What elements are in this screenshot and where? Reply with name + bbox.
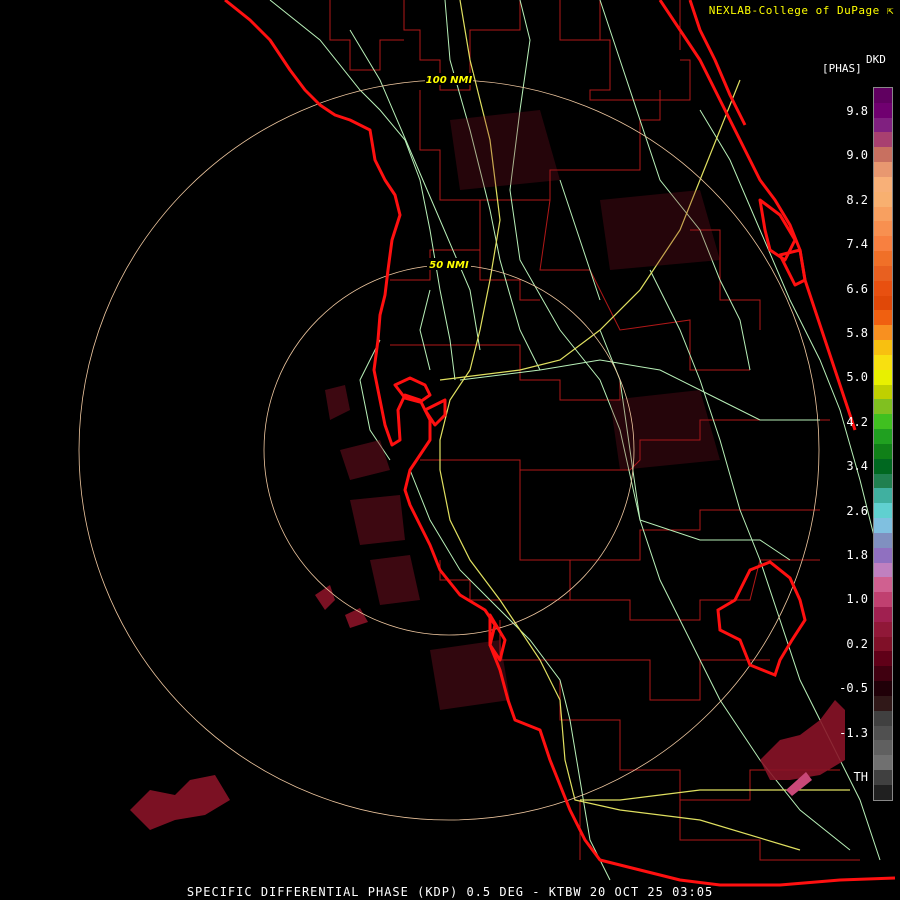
radar-map: 100 NMI 50 NMI (78, 0, 896, 887)
legend-color-cell (874, 755, 892, 771)
legend-color-cell (874, 458, 892, 474)
legend-label: 1.8 (846, 548, 868, 562)
legend-color-cell (874, 532, 892, 548)
legend-color-cell (874, 176, 892, 192)
legend-label: -0.5 (839, 681, 868, 696)
legend-color-cell (874, 488, 892, 504)
legend-color-cell (874, 740, 892, 756)
legend-label: 2.6 (846, 503, 868, 518)
legend-color-cell (874, 117, 892, 133)
legend-label: 9.0 (846, 148, 868, 163)
legend-color-cell (874, 577, 892, 593)
legend-color-cell (874, 429, 892, 444)
legend-color-cell (874, 162, 892, 177)
legend-color-cell (874, 710, 892, 726)
legend-color-cell (874, 414, 892, 430)
legend-color-cell (874, 102, 892, 118)
legend-label: 0.2 (846, 636, 868, 651)
legend-color-cell (874, 221, 892, 237)
legend-label: 5.0 (846, 370, 868, 385)
units-label: [PHAS] (822, 62, 862, 75)
legend-label: 7.4 (846, 237, 868, 252)
legend-color-cell (874, 592, 892, 607)
legend-label: 6.6 (846, 281, 868, 296)
legend-color-cell (874, 88, 892, 103)
legend-color-cell (874, 354, 892, 370)
legend-color-cell (874, 399, 892, 415)
legend-color-cell (874, 770, 892, 785)
legend-label: -1.3 (839, 725, 868, 740)
legend-color-cell (874, 636, 892, 652)
cursor-arrow-icon: ⇱ (886, 4, 894, 17)
legend-color-cell (874, 547, 892, 563)
lake-okeechobee (716, 560, 807, 677)
legend-color-cell (874, 725, 892, 741)
ring-label-100: 100 NMI (426, 75, 473, 86)
legend-color-cell (874, 236, 892, 252)
product-footer: SPECIFIC DIFFERENTIAL PHASE (KDP) 0.5 DE… (186, 885, 714, 899)
legend-color-cell (874, 621, 892, 637)
legend-label: 3.4 (846, 459, 868, 474)
legend-label: 9.8 (846, 104, 868, 118)
credit-text: NEXLAB-College of DuPage (708, 4, 880, 17)
legend-color-cell (874, 443, 892, 459)
legend-color-cell (874, 191, 892, 207)
legend-label: 8.2 (846, 192, 868, 207)
radar-echoes (130, 110, 845, 830)
legend-color-cell (874, 265, 892, 281)
legend-color-cell (874, 606, 892, 622)
color-legend-bar (873, 87, 893, 801)
legend-color-cell (874, 784, 892, 800)
legend-color-cell (874, 651, 892, 667)
legend-color-cell (874, 310, 892, 326)
legend-color-cell (874, 369, 892, 385)
county-boundaries (329, 0, 860, 861)
legend-color-cell (874, 280, 892, 296)
legend-color-cell (874, 295, 892, 311)
legend-color-cell (874, 518, 892, 533)
legend-label: TH (853, 770, 868, 784)
legend-color-cell (874, 251, 892, 266)
legend-label: 4.2 (846, 414, 868, 429)
legend-color-cell (874, 340, 892, 355)
legend-color-cell (874, 666, 892, 682)
legend-color-cell (874, 695, 892, 711)
product-code: DKD (866, 53, 886, 66)
legend-color-cell (874, 325, 892, 341)
credit-label: NEXLAB-College of DuPage ⇱ (709, 4, 894, 17)
legend-color-cell (874, 132, 892, 148)
ring-label-50: 50 NMI (429, 260, 469, 271)
legend-color-cell (874, 562, 892, 578)
legend-color-cell (874, 206, 892, 222)
legend-color-cell (874, 681, 892, 696)
legend-color-cell (874, 503, 892, 519)
legend-label: 1.0 (846, 592, 868, 607)
legend-label: 5.8 (846, 326, 868, 340)
legend-color-cell (874, 147, 892, 163)
legend-color-cell (874, 473, 892, 489)
legend-color-cell (874, 384, 892, 400)
